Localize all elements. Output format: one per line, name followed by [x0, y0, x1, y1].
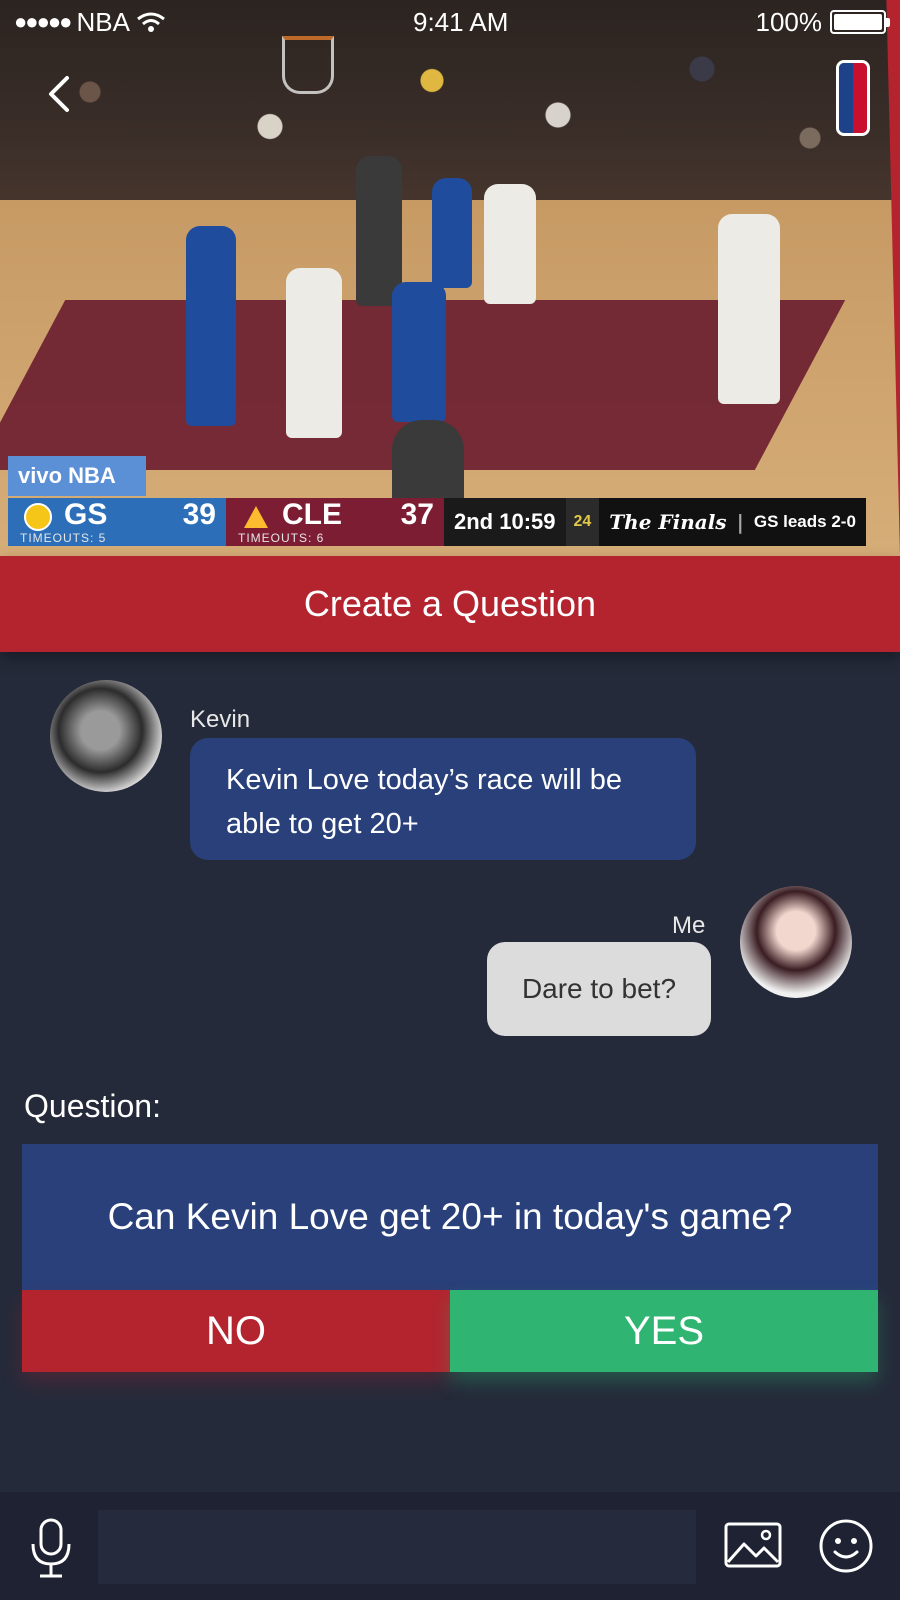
away-team-score: 39: [182, 498, 216, 531]
scoreboard: GS 39 TIMEOUTS: 5 CLE 37 TIMEOUTS: 6 2nd…: [8, 498, 866, 546]
message-sender: Kevin: [190, 706, 251, 733]
question-card: Can Kevin Love get 20+ in today's game?: [22, 1144, 878, 1290]
home-team-name: CLE: [282, 498, 342, 531]
cavaliers-logo-icon: [244, 506, 268, 528]
battery-level: [833, 14, 882, 30]
series-status: GS leads 2-0: [753, 512, 856, 531]
image-icon[interactable]: [724, 1522, 782, 1568]
emoji-icon[interactable]: [818, 1518, 874, 1574]
back-button[interactable]: [38, 70, 78, 118]
wifi-icon: [137, 12, 165, 32]
referee: [356, 156, 402, 306]
question-label: Question:: [24, 1088, 161, 1124]
carrier-name: NBA: [76, 6, 130, 37]
nba-logo-icon: [836, 60, 870, 136]
signal-strength-icon: ●●●●●: [14, 9, 72, 34]
player: [392, 282, 446, 422]
avatar-kevin[interactable]: [50, 680, 162, 792]
status-bar: ●●●●● NBA 9:41 AM 100%: [0, 0, 900, 44]
message-input[interactable]: [98, 1510, 696, 1584]
chevron-left-icon: [49, 76, 69, 112]
series-info: The Finals | GS leads 2-0: [599, 498, 866, 546]
player: [286, 268, 342, 438]
player: [484, 184, 536, 304]
divider: |: [736, 510, 744, 534]
game-video[interactable]: ●●●●● NBA 9:41 AM 100% vivo NBA GS 39 TI…: [0, 0, 900, 556]
away-team-name: GS: [64, 498, 108, 531]
message-sender: Me: [672, 912, 706, 939]
no-button[interactable]: NO: [22, 1290, 450, 1372]
battery-icon: [829, 10, 890, 34]
event-name: The Finals: [609, 510, 727, 534]
status-time: 9:41 AM: [413, 6, 509, 37]
microphone-icon[interactable]: [28, 1516, 74, 1580]
yes-button[interactable]: YES: [450, 1290, 878, 1372]
avatar-me[interactable]: [740, 886, 852, 998]
broadcast-sponsor-badge: vivo NBA: [8, 456, 146, 496]
home-timeouts: TIMEOUTS: 6: [238, 531, 325, 545]
scoreboard-away: GS 39 TIMEOUTS: 5: [8, 498, 226, 546]
warriors-logo-icon: [24, 503, 52, 531]
away-timeouts: TIMEOUTS: 5: [20, 531, 107, 545]
referee: [392, 420, 464, 500]
player-shooting: [718, 214, 780, 404]
outgoing-message-bubble: Dare to bet?: [487, 942, 711, 1036]
game-clock: 2nd 10:59: [444, 498, 566, 546]
player: [186, 226, 236, 426]
player: [432, 178, 472, 288]
incoming-message-bubble: Kevin Love today’s race will be able to …: [190, 738, 696, 860]
shot-clock: 24: [565, 498, 600, 546]
basketball-hoop: [282, 36, 334, 94]
battery-percent: 100%: [755, 6, 822, 37]
page-title: Create a Question: [0, 556, 900, 652]
scoreboard-home: CLE 37 TIMEOUTS: 6: [226, 498, 444, 546]
home-team-score: 37: [400, 498, 434, 531]
